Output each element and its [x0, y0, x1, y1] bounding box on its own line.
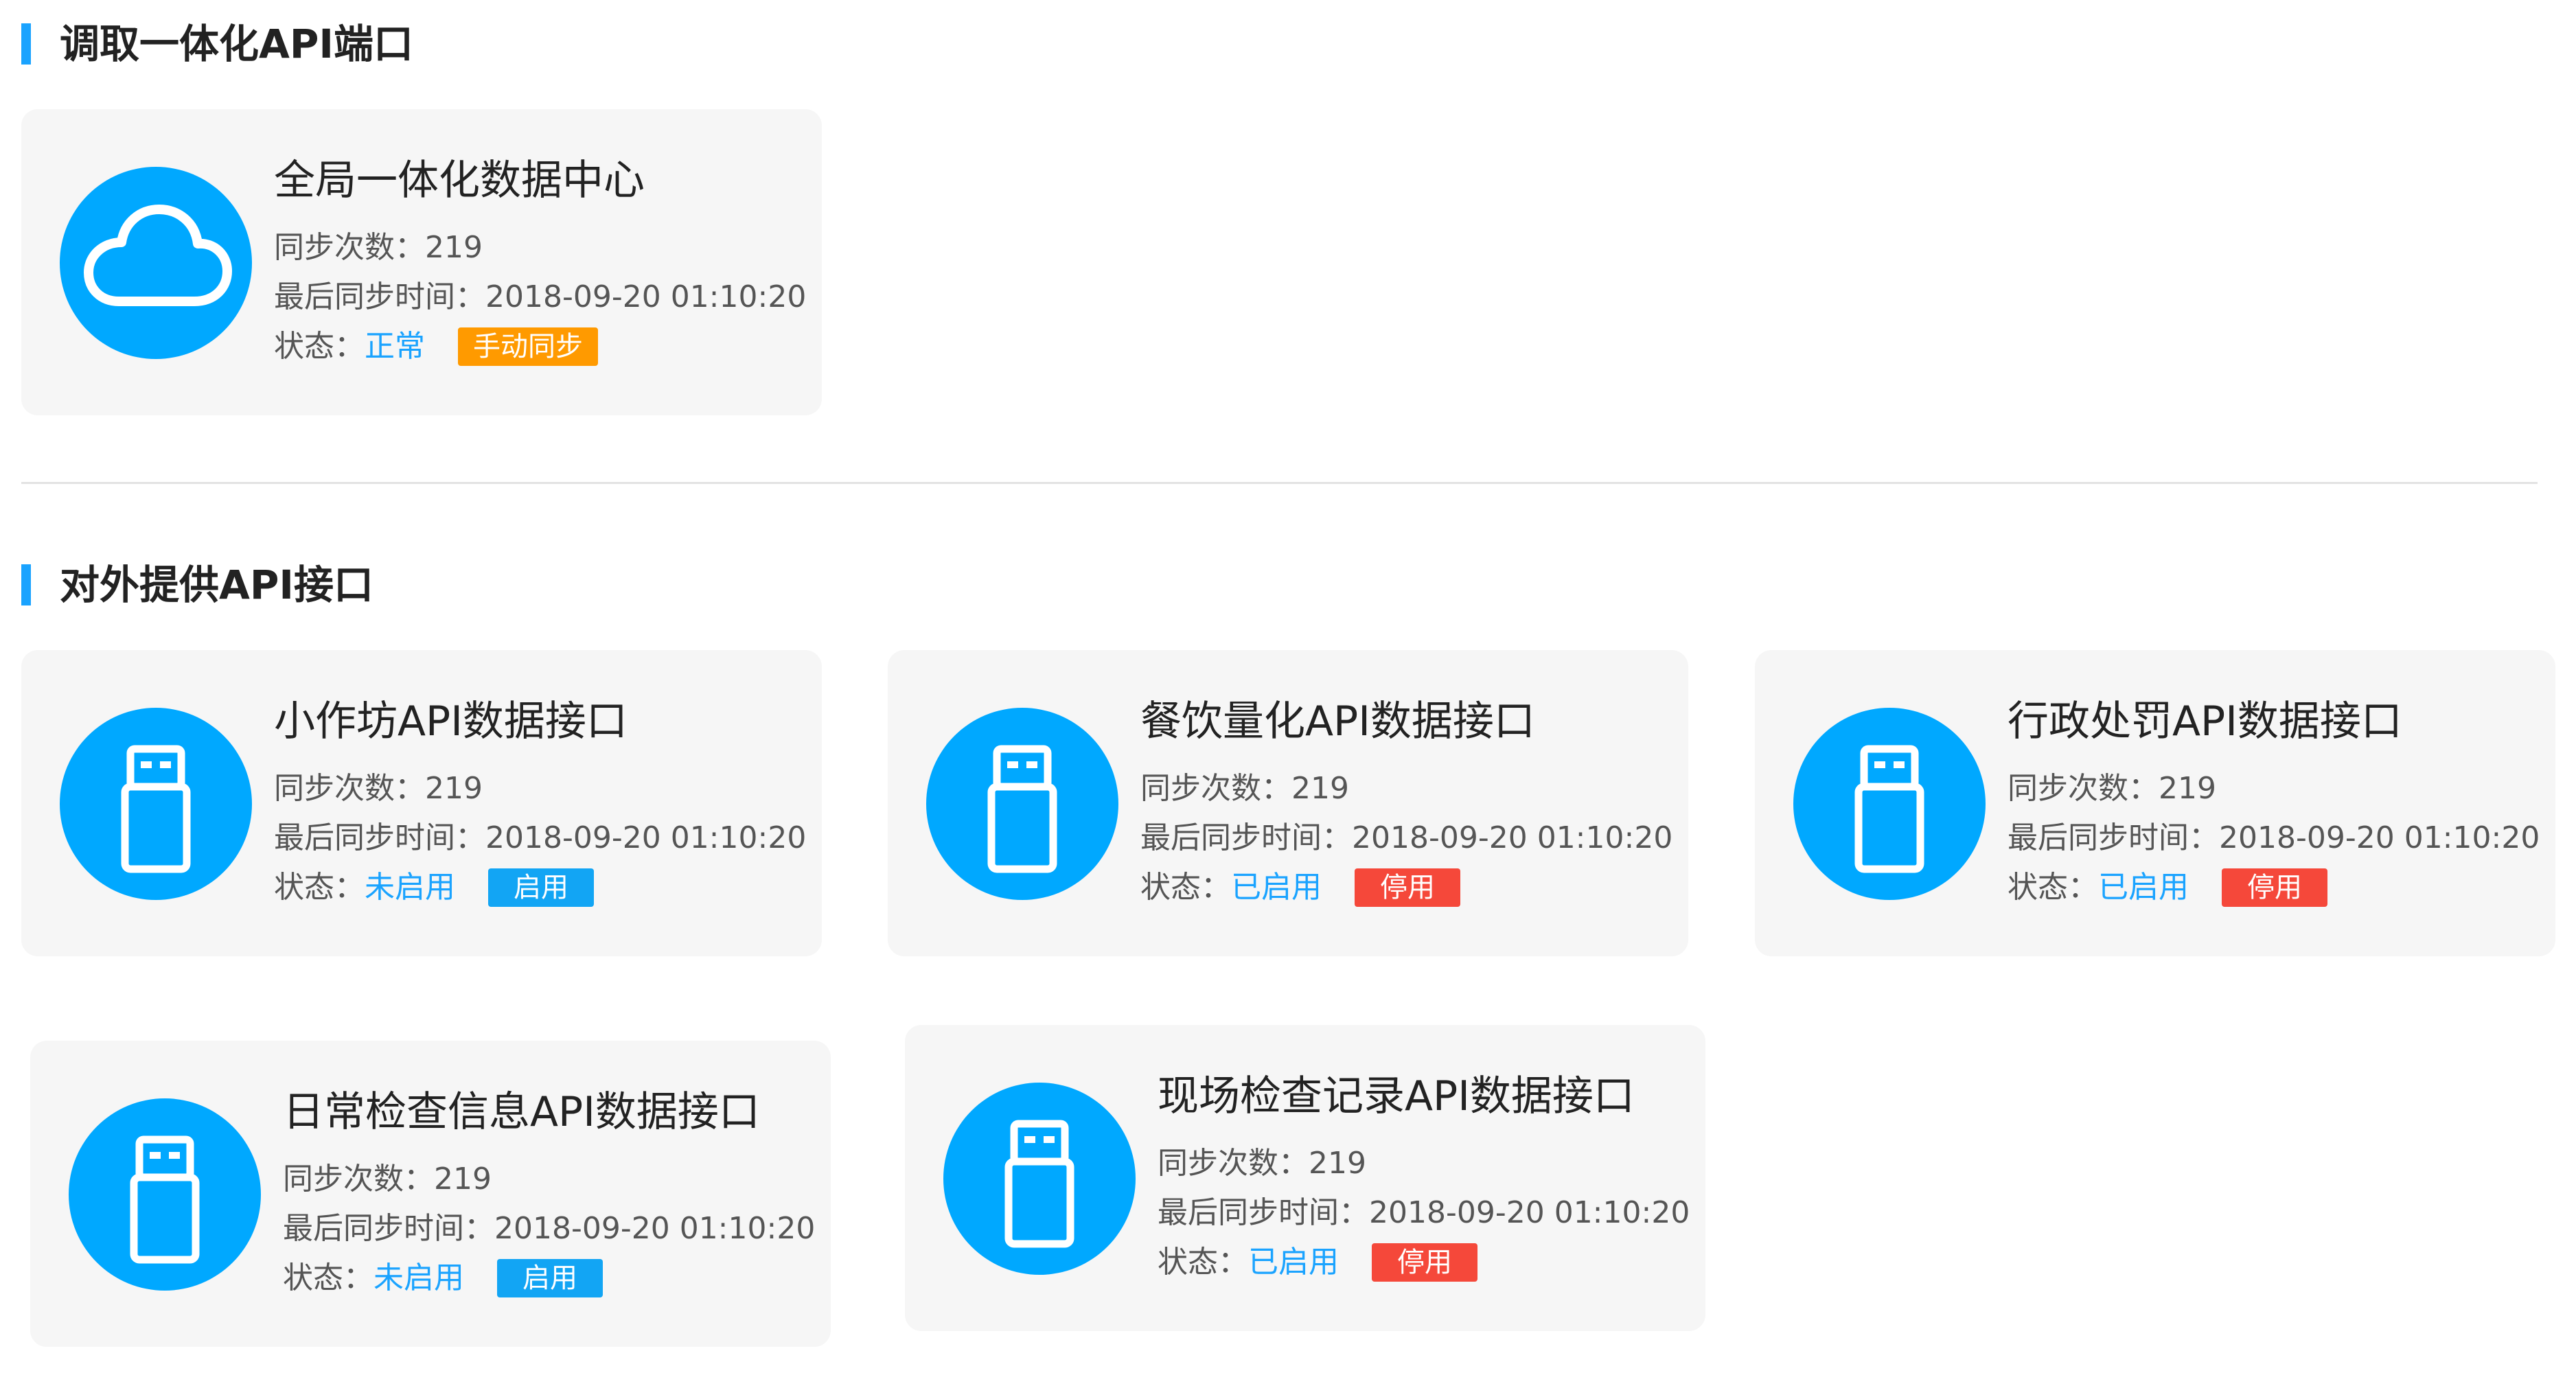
sync-count-row: 同步次数： 219	[274, 227, 483, 268]
status-row: 状态： 已启用 停用	[1140, 867, 1460, 908]
last-sync-row: 最后同步时间： 2018-09-20 01:10:20	[1140, 818, 1672, 859]
last-sync-row: 最后同步时间： 2018-09-20 01:10:20	[2008, 818, 2540, 859]
usb-drive-icon	[69, 1098, 261, 1291]
last-sync-label: 最后同步时间：	[283, 1211, 494, 1246]
status-label: 状态：	[274, 870, 365, 905]
sync-count-label: 同步次数：	[283, 1162, 434, 1197]
section-title-external-api: 对外提供API接口	[21, 560, 373, 610]
sync-count-label: 同步次数：	[2008, 771, 2159, 806]
sync-count-row: 同步次数： 219	[1140, 768, 1349, 809]
sync-count-label: 同步次数：	[274, 230, 425, 265]
usb-drive-icon	[60, 708, 252, 900]
last-sync-label: 最后同步时间：	[1158, 1195, 1369, 1230]
sync-count-row: 同步次数： 219	[1158, 1143, 1366, 1184]
card-title: 行政处罚API数据接口	[2008, 697, 2402, 746]
status-row: 状态： 未启用 启用	[283, 1258, 603, 1299]
sync-count-value: 219	[1291, 771, 1349, 806]
api-card-small-workshop: 小作坊API数据接口 同步次数： 219 最后同步时间： 2018-09-20 …	[21, 650, 822, 956]
last-sync-row: 最后同步时间： 2018-09-20 01:10:20	[1158, 1192, 1690, 1234]
last-sync-value: 2018-09-20 01:10:20	[485, 279, 807, 314]
usb-drive-icon	[943, 1083, 1136, 1275]
last-sync-label: 最后同步时间：	[274, 820, 485, 855]
sync-count-row: 同步次数： 219	[274, 768, 483, 809]
status-label: 状态：	[1140, 870, 1231, 905]
sync-count-label: 同步次数：	[1140, 771, 1291, 806]
card-title: 全局一体化数据中心	[274, 157, 645, 205]
title-accent-bar	[21, 564, 31, 605]
usb-drive-icon	[926, 708, 1118, 900]
last-sync-label: 最后同步时间：	[2008, 820, 2219, 855]
cloud-icon	[60, 167, 252, 359]
section-title-integrated-api: 调取一体化API端口	[21, 19, 413, 69]
status-value: 未启用	[373, 1260, 464, 1295]
sync-count-value: 219	[425, 230, 483, 265]
card-title: 现场检查记录API数据接口	[1158, 1072, 1635, 1120]
last-sync-value: 2018-09-20 01:10:20	[1352, 820, 1673, 855]
status-label: 状态：	[1158, 1245, 1248, 1280]
last-sync-value: 2018-09-20 01:10:20	[485, 820, 807, 855]
status-row: 状态： 已启用 停用	[2008, 867, 2327, 908]
last-sync-value: 2018-09-20 01:10:20	[1369, 1195, 1690, 1230]
last-sync-value: 2018-09-20 01:10:20	[494, 1211, 816, 1246]
manual-sync-button[interactable]: 手动同步	[458, 327, 598, 366]
status-value: 正常	[365, 329, 425, 364]
status-row: 状态： 已启用 停用	[1158, 1242, 1477, 1283]
last-sync-row: 最后同步时间： 2018-09-20 01:10:20	[283, 1208, 815, 1249]
disable-button[interactable]: 停用	[1372, 1243, 1477, 1282]
enable-button[interactable]: 启用	[488, 868, 594, 907]
sync-count-value: 219	[425, 771, 483, 806]
usb-drive-icon	[1793, 708, 1986, 900]
disable-button[interactable]: 停用	[2222, 868, 2327, 907]
sync-count-value: 219	[1309, 1146, 1366, 1181]
last-sync-row: 最后同步时间： 2018-09-20 01:10:20	[274, 277, 806, 318]
api-card-onsite-inspection: 现场检查记录API数据接口 同步次数： 219 最后同步时间： 2018-09-…	[905, 1025, 1705, 1331]
last-sync-label: 最后同步时间：	[1140, 820, 1352, 855]
api-card-administrative-penalty: 行政处罚API数据接口 同步次数： 219 最后同步时间： 2018-09-20…	[1755, 650, 2555, 956]
card-title: 日常检查信息API数据接口	[283, 1088, 760, 1136]
status-label: 状态：	[274, 329, 365, 364]
last-sync-value: 2018-09-20 01:10:20	[2219, 820, 2540, 855]
status-label: 状态：	[283, 1260, 373, 1295]
status-row: 状态： 未启用 启用	[274, 867, 594, 908]
sync-count-label: 同步次数：	[274, 771, 425, 806]
card-title: 餐饮量化API数据接口	[1140, 697, 1535, 746]
last-sync-row: 最后同步时间： 2018-09-20 01:10:20	[274, 818, 806, 859]
section-divider	[21, 482, 2538, 484]
api-card-daily-inspection: 日常检查信息API数据接口 同步次数： 219 最后同步时间： 2018-09-…	[30, 1041, 831, 1347]
sync-count-value: 219	[2159, 771, 2216, 806]
status-value: 未启用	[365, 870, 455, 905]
sync-count-row: 同步次数： 219	[2008, 768, 2216, 809]
status-value: 已启用	[1248, 1245, 1339, 1280]
status-value: 已启用	[2098, 870, 2189, 905]
status-row: 状态： 正常 手动同步	[274, 326, 598, 367]
status-label: 状态：	[2008, 870, 2098, 905]
card-title: 小作坊API数据接口	[274, 697, 628, 746]
last-sync-label: 最后同步时间：	[274, 279, 485, 314]
section-title-text: 调取一体化API端口	[60, 21, 413, 67]
enable-button[interactable]: 启用	[497, 1259, 603, 1297]
sync-count-label: 同步次数：	[1158, 1146, 1309, 1181]
section-title-text: 对外提供API接口	[60, 562, 373, 608]
api-card-catering: 餐饮量化API数据接口 同步次数： 219 最后同步时间： 2018-09-20…	[888, 650, 1688, 956]
disable-button[interactable]: 停用	[1355, 868, 1460, 907]
api-card-data-center: 全局一体化数据中心 同步次数： 219 最后同步时间： 2018-09-20 0…	[21, 109, 822, 415]
sync-count-row: 同步次数： 219	[283, 1159, 492, 1200]
status-value: 已启用	[1231, 870, 1322, 905]
sync-count-value: 219	[434, 1162, 492, 1197]
title-accent-bar	[21, 23, 31, 65]
